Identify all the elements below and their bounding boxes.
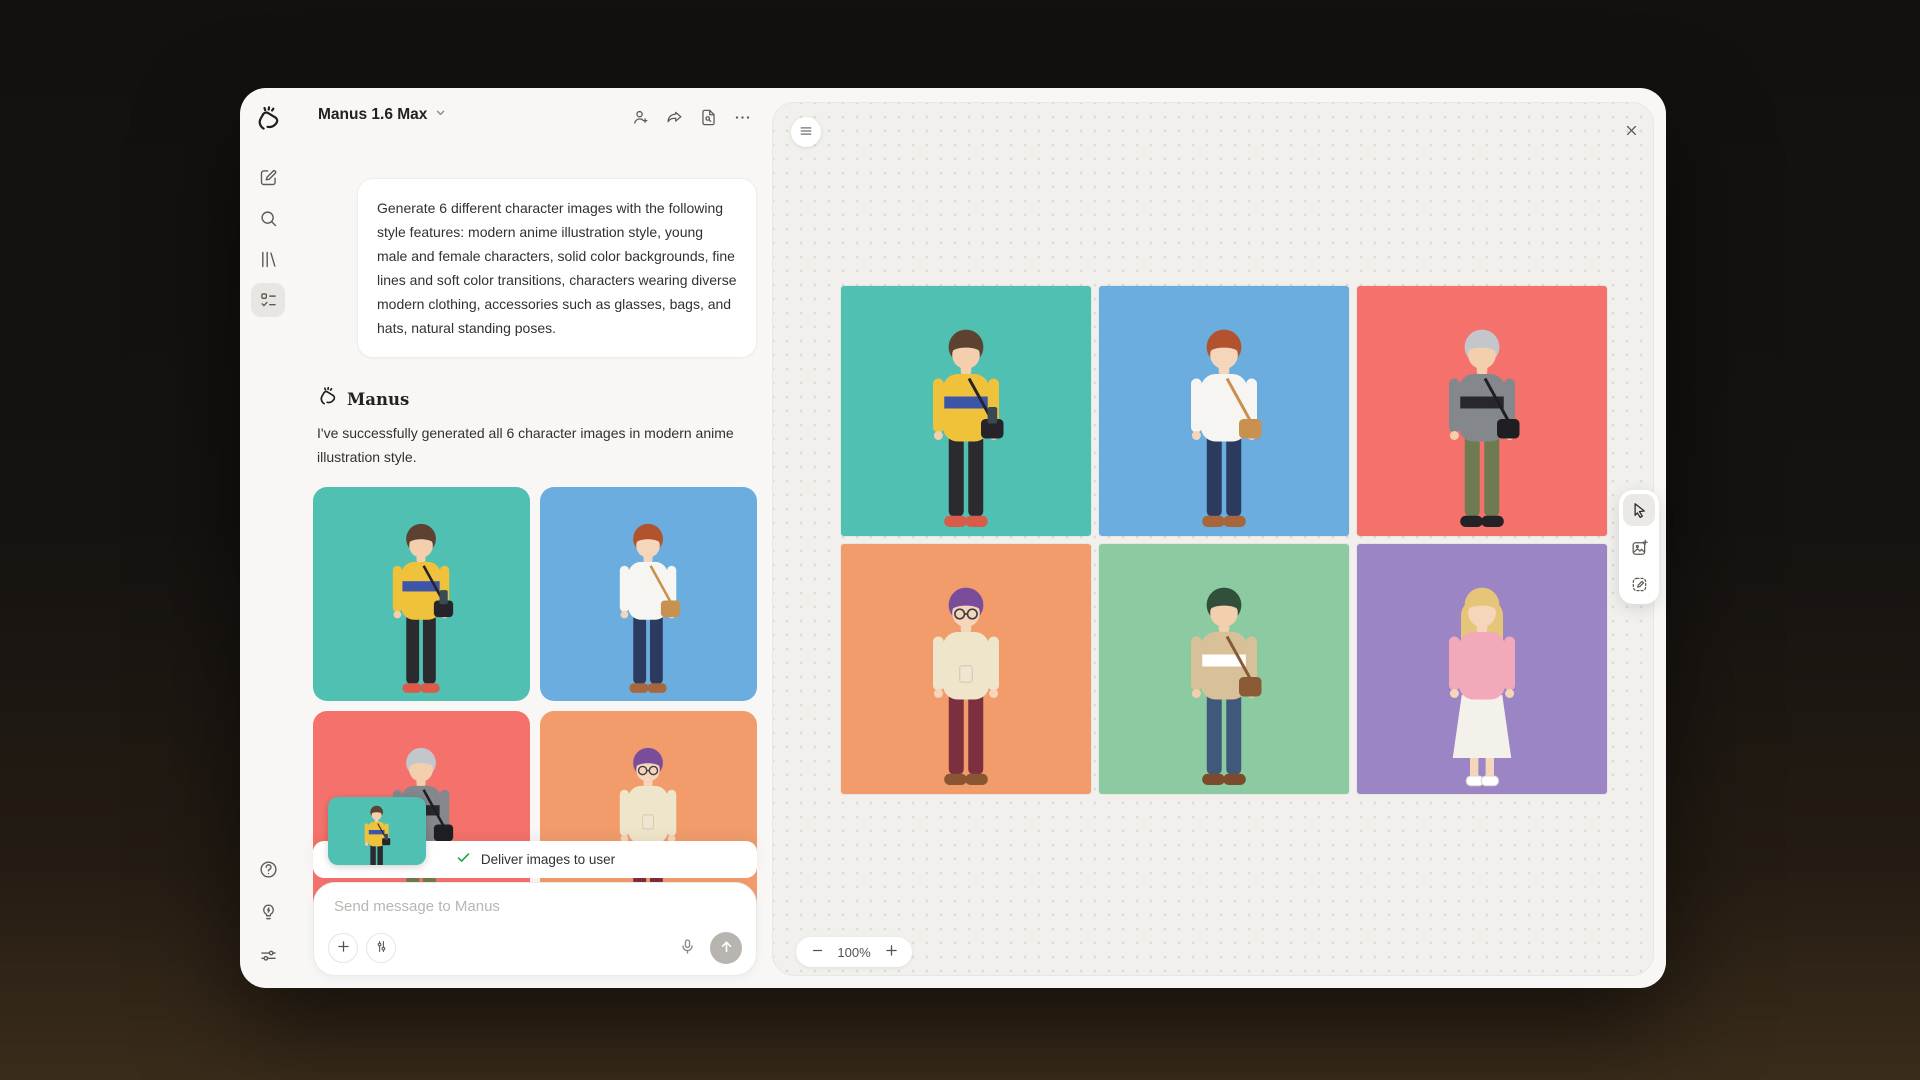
person-plus-icon [631,108,650,127]
send-button[interactable] [710,932,742,964]
image-plus-icon [1630,538,1649,557]
manus-app-window: Manus 1.6 Max Generate 6 different chara… [240,88,1666,988]
check-icon [455,849,472,866]
library-icon [258,249,279,270]
assistant-header: Manus [317,386,409,412]
edit-selection-icon [1630,575,1649,594]
share-icon [665,108,684,127]
hamburger-icon [798,123,814,139]
generated-image-girl-pink-sweater[interactable] [1357,544,1607,794]
canvas-close-button[interactable] [1617,118,1645,146]
cursor-icon [1630,501,1648,519]
tune-icon [373,938,390,955]
compose-icon [258,167,279,188]
sidebar-item-whats-new[interactable] [251,895,285,929]
bulb-icon [258,902,279,923]
manus-logo [317,386,338,407]
tools-button[interactable] [366,933,396,963]
canvas-panel: 100% [772,102,1654,976]
manus-logo [254,105,282,133]
user-message-text: Generate 6 different character images wi… [377,196,737,340]
generated-image-boy-beige-cardigan[interactable] [1099,544,1349,794]
chat-image-girl-white-shirt[interactable] [540,487,757,701]
sidebar-item-tasks[interactable] [251,283,285,317]
tool-select-button[interactable] [1623,494,1655,526]
file-search-icon [699,108,718,127]
tool-edit-image-button[interactable] [1623,568,1655,600]
attach-button[interactable] [328,933,358,963]
arrow-up-icon [718,938,735,955]
generated-image-girl-white-shirt[interactable] [1099,286,1349,536]
sidebar-item-new-task[interactable] [251,160,285,194]
sidebar [240,88,296,988]
view-files-button[interactable] [696,105,720,129]
generated-image-girl-purple-bob[interactable] [841,544,1091,794]
more-button[interactable] [730,105,754,129]
minus-icon [810,943,825,958]
zoom-level: 100% [836,945,872,960]
plus-icon [335,938,352,955]
mic-icon [678,937,697,956]
close-icon [1623,122,1640,139]
tool-add-image-button[interactable] [1623,531,1655,563]
sliders-icon [258,945,279,966]
sidebar-item-search[interactable] [251,201,285,235]
sidebar-item-help[interactable] [251,852,285,886]
sidebar-item-library[interactable] [251,242,285,276]
canvas-menu-button[interactable] [791,117,821,147]
ellipsis-icon [733,108,752,127]
tasks-icon [258,290,279,311]
generated-image-boy-gray-vest[interactable] [1357,286,1607,536]
message-input[interactable]: Send message to Manus [334,898,500,915]
session-model-dropdown[interactable]: Manus 1.6 Max [318,105,448,125]
sidebar-item-preferences[interactable] [251,938,285,972]
chat-header-actions [628,105,754,129]
invite-button[interactable] [628,105,652,129]
message-input-container: Send message to Manus [313,882,757,976]
plus-icon [883,942,900,959]
voice-input-button[interactable] [674,935,700,961]
share-button[interactable] [662,105,686,129]
assistant-name: Manus [347,390,409,409]
generated-image-grid [841,286,1607,794]
input-toolbar [328,932,742,964]
generated-image-boy-yellow-jacket[interactable] [841,286,1091,536]
delivered-image-thumbnail[interactable] [328,797,426,865]
session-title: Manus 1.6 Max [318,106,427,124]
deliver-status-label: Deliver images to user [481,852,615,867]
sidebar-footer [251,852,285,972]
zoom-in-button[interactable] [882,943,900,961]
sidebar-nav [251,160,285,317]
chat-image-boy-yellow-jacket[interactable] [313,487,530,701]
zoom-out-button[interactable] [808,943,826,961]
assistant-reply-text: I've successfully generated all 6 charac… [317,422,777,469]
search-icon [258,208,279,229]
manus-logo[interactable] [251,102,285,136]
help-icon [258,859,279,880]
user-message-bubble: Generate 6 different character images wi… [357,178,757,358]
chevron-down-icon [433,105,448,120]
zoom-control: 100% [796,937,912,967]
canvas-toolbar [1619,490,1659,604]
